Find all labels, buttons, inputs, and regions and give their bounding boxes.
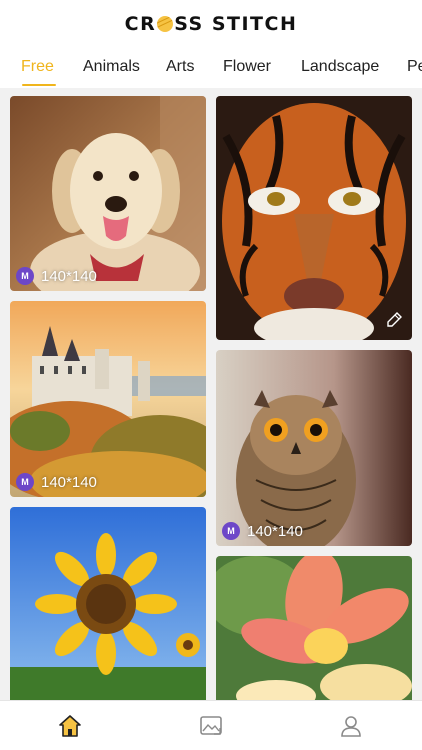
tab-pets[interactable]: Pe [407, 58, 422, 76]
pattern-feed[interactable]: M 140*140 M 140*140 M 140*140 [0, 88, 422, 700]
app-logo: CR SS STITCH [125, 13, 298, 35]
pattern-card-plumeria[interactable] [216, 556, 412, 700]
profile-icon [341, 716, 361, 737]
home-icon [59, 715, 81, 737]
pattern-card-dog[interactable]: M 140*140 [10, 96, 206, 291]
member-icon: M [16, 473, 34, 491]
logo-text-right: SS STITCH [174, 13, 298, 35]
member-icon: M [16, 267, 34, 285]
tab-landscape[interactable]: Landscape [301, 58, 379, 76]
category-tabs: Free Animals Arts Flower Landscape Pe [0, 48, 422, 86]
app-header: CR SS STITCH [0, 0, 422, 48]
size-badge: M 140*140 [16, 473, 97, 491]
nav-home[interactable] [55, 711, 85, 741]
size-badge: M 140*140 [222, 522, 303, 540]
pattern-size-label: 140*140 [247, 522, 303, 540]
tab-flower[interactable]: Flower [223, 58, 271, 76]
tab-free[interactable]: Free [21, 58, 54, 76]
castle-image [10, 301, 206, 497]
pattern-card-sunflower[interactable] [10, 507, 206, 700]
pattern-size-label: 140*140 [41, 267, 97, 285]
yarn-ball-icon [157, 16, 174, 32]
dog-image [10, 96, 206, 291]
pencil-icon[interactable] [384, 310, 404, 330]
tab-animals[interactable]: Animals [83, 58, 140, 76]
logo-text-left: CR [124, 13, 157, 35]
nav-profile[interactable] [336, 711, 366, 741]
sunflower-image [10, 507, 206, 700]
tab-arts[interactable]: Arts [166, 58, 194, 76]
owl-image [216, 350, 412, 546]
nav-gallery[interactable] [196, 711, 226, 741]
bottom-nav [0, 700, 422, 750]
tiger-image [216, 96, 412, 340]
plumeria-image [216, 556, 412, 700]
active-tab-indicator [22, 84, 56, 86]
pattern-card-tiger[interactable] [216, 96, 412, 340]
pattern-size-label: 140*140 [41, 473, 97, 491]
pattern-card-castle[interactable]: M 140*140 [10, 301, 206, 497]
size-badge: M 140*140 [16, 267, 97, 285]
gallery-icon [200, 716, 222, 735]
pattern-card-owl[interactable]: M 140*140 [216, 350, 412, 546]
member-icon: M [222, 522, 240, 540]
